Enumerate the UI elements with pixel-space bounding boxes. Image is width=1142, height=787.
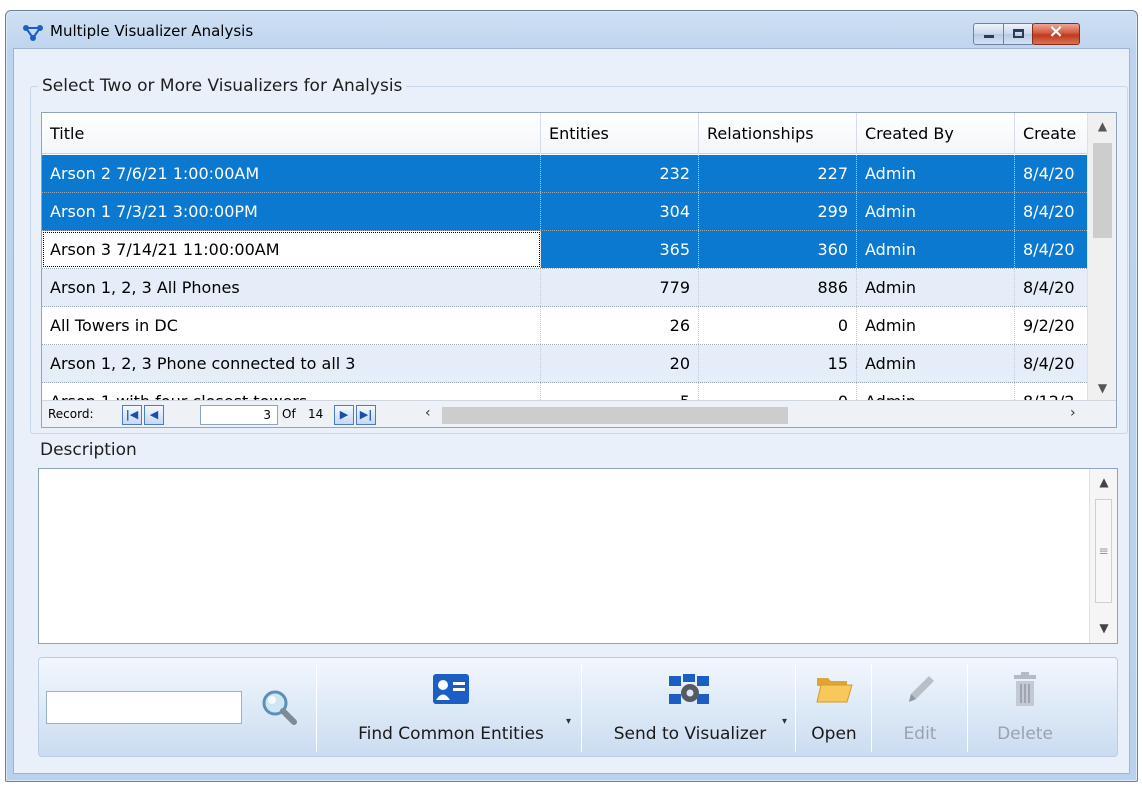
table-row[interactable]: All Towers in DC 26 0 Admin 9/2/20 xyxy=(42,307,1087,345)
cell-entities: 304 xyxy=(541,193,699,230)
column-header-created-by[interactable]: Created By xyxy=(857,113,1015,154)
toolbar-separator xyxy=(795,664,796,752)
cell-relationships: 15 xyxy=(699,345,857,382)
visualizer-grid[interactable]: Title Entities Relationships Created By … xyxy=(41,112,1117,428)
next-record-button[interactable]: ▶ xyxy=(334,405,354,425)
cell-title: All Towers in DC xyxy=(42,307,541,344)
cell-entities: 232 xyxy=(541,155,699,192)
find-common-entities-button[interactable]: ▾ Find Common Entities xyxy=(321,658,581,758)
maximize-button[interactable] xyxy=(1003,23,1033,45)
cell-created: 8/4/20 xyxy=(1015,231,1087,268)
find-common-entities-label: Find Common Entities xyxy=(358,724,544,744)
column-header-entities[interactable]: Entities xyxy=(541,113,699,154)
cell-created-by: Admin xyxy=(857,231,1015,268)
scroll-up-icon[interactable]: ▲ xyxy=(1088,119,1116,133)
cell-created-by: Admin xyxy=(857,345,1015,382)
description-label: Description xyxy=(40,440,137,460)
cell-title: Arson 2 7/6/21 1:00:00AM xyxy=(42,155,541,192)
cell-title: Arson 1, 2, 3 All Phones xyxy=(42,269,541,306)
last-record-button[interactable]: ▶| xyxy=(356,405,376,425)
column-header-relationships[interactable]: Relationships xyxy=(699,113,857,154)
cell-entities: 365 xyxy=(541,231,699,268)
search-icon[interactable] xyxy=(259,687,299,727)
cell-created: 8/4/20 xyxy=(1023,202,1075,221)
bottom-toolbar: ▾ Find Common Entities ▾ Send to Visuali… xyxy=(38,657,1118,757)
cell-created: 8/4/20 xyxy=(1023,354,1075,373)
scroll-right-icon[interactable]: › xyxy=(1070,405,1076,421)
scroll-down-icon[interactable]: ▼ xyxy=(1088,381,1116,395)
description-field[interactable]: ▲ ≡ ▼ xyxy=(38,468,1118,644)
table-row[interactable]: Arson 3 7/14/21 11:00:00AM 365 360 Admin… xyxy=(42,231,1087,269)
cell-created: 8/4/20 xyxy=(1023,164,1075,183)
folder-icon xyxy=(816,678,853,703)
grid-header: Title Entities Relationships Created By … xyxy=(42,113,1087,154)
cell-relationships: 299 xyxy=(699,193,857,230)
grip-icon: ≡ xyxy=(1098,544,1109,558)
description-scrollbar[interactable]: ▲ ≡ ▼ xyxy=(1089,469,1117,643)
send-to-visualizer-button[interactable]: ▾ Send to Visualizer xyxy=(586,658,794,758)
horizontal-scroll-thumb[interactable] xyxy=(442,407,788,424)
scroll-left-icon[interactable]: ‹ xyxy=(425,405,431,421)
close-icon: × xyxy=(1048,21,1064,42)
cell-created: 9/2/20 xyxy=(1023,316,1075,335)
cell-created-by: Admin xyxy=(857,193,1015,230)
toolbar-separator xyxy=(967,664,968,752)
delete-label: Delete xyxy=(997,724,1053,744)
grid-vertical-scrollbar[interactable]: ▲ ▼ xyxy=(1087,113,1116,400)
table-row[interactable]: Arson 2 7/6/21 1:00:00AM 232 227 Admin 8… xyxy=(42,155,1087,193)
toolbar-separator xyxy=(871,664,872,752)
toolbar-separator xyxy=(316,664,317,752)
edit-label: Edit xyxy=(903,724,937,744)
column-header-title[interactable]: Title xyxy=(42,113,541,154)
trash-icon xyxy=(1014,672,1036,706)
cell-relationships: 227 xyxy=(699,155,857,192)
column-header-created[interactable]: Create xyxy=(1015,113,1087,154)
first-record-button[interactable]: |◀ xyxy=(122,405,142,425)
cell-title: Arson 1, 2, 3 Phone connected to all 3 xyxy=(42,345,541,382)
cell-relationships: 886 xyxy=(699,269,857,306)
search-input[interactable] xyxy=(46,691,242,724)
minimize-icon xyxy=(984,35,994,38)
record-label: Record: xyxy=(48,407,94,421)
delete-button[interactable]: Delete xyxy=(971,658,1079,758)
scroll-thumb[interactable] xyxy=(1093,143,1112,238)
cell-created-by: Admin xyxy=(857,307,1015,344)
edit-button[interactable]: Edit xyxy=(875,658,965,758)
open-label: Open xyxy=(811,724,857,744)
window-title: Multiple Visualizer Analysis xyxy=(50,22,254,40)
close-button[interactable]: × xyxy=(1032,21,1080,45)
contact-card-icon xyxy=(433,674,469,704)
cell-relationships: 0 xyxy=(699,307,857,344)
open-button[interactable]: Open xyxy=(799,658,869,758)
table-row[interactable]: Arson 1, 2, 3 All Phones 779 886 Admin 8… xyxy=(42,269,1087,307)
scroll-down-icon[interactable]: ▼ xyxy=(1090,621,1118,635)
title-bar[interactable]: Multiple Visualizer Analysis × xyxy=(6,11,1137,53)
group-label: Select Two or More Visualizers for Analy… xyxy=(38,76,407,96)
cell-entities: 779 xyxy=(541,269,699,306)
cell-created-by: Admin xyxy=(857,269,1015,306)
app-network-icon xyxy=(23,25,43,41)
record-of-label: Of xyxy=(282,407,296,421)
network-gear-icon xyxy=(669,674,709,704)
cell-entities: 20 xyxy=(541,345,699,382)
minimize-button[interactable] xyxy=(973,23,1004,45)
record-total: 14 xyxy=(308,407,324,421)
cell-title: Arson 1 7/3/21 3:00:00PM xyxy=(42,193,541,230)
cell-relationships: 360 xyxy=(699,231,857,268)
scroll-thumb[interactable]: ≡ xyxy=(1095,499,1112,603)
cell-created-by: Admin xyxy=(857,155,1015,192)
cell-title: Arson 3 7/14/21 11:00:00AM xyxy=(42,231,541,268)
record-position-input[interactable]: 3 xyxy=(200,405,278,425)
table-row[interactable]: Arson 1 7/3/21 3:00:00PM 304 299 Admin 8… xyxy=(42,193,1087,231)
scroll-up-icon[interactable]: ▲ xyxy=(1090,475,1118,489)
record-navigator: Record: |◀ ◀ 3 Of 14 ▶ ▶| ‹ › xyxy=(42,400,1116,427)
table-row[interactable]: Arson 1, 2, 3 Phone connected to all 3 2… xyxy=(42,345,1087,383)
pencil-icon xyxy=(909,676,934,702)
send-to-visualizer-label: Send to Visualizer xyxy=(613,724,767,744)
maximize-icon xyxy=(1013,29,1024,38)
cell-created: 8/4/20 xyxy=(1023,278,1075,297)
cell-entities: 26 xyxy=(541,307,699,344)
prev-record-button[interactable]: ◀ xyxy=(144,405,164,425)
toolbar-separator xyxy=(581,664,582,752)
